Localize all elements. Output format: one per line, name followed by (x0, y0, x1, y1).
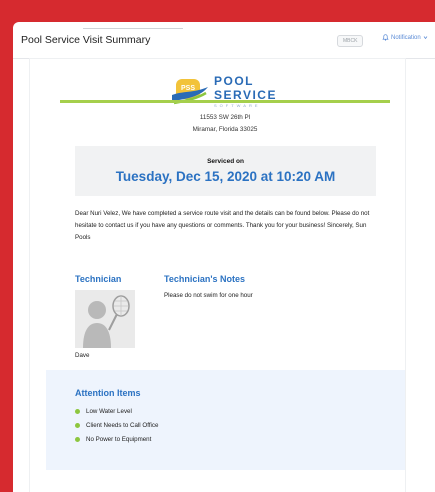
service-datetime: Tuesday, Dec 15, 2020 at 10:20 AM (115, 169, 336, 184)
service-address: 11553 SW 26th Pl Miramar, Florida 33025 (60, 112, 390, 136)
chevron-down-icon (423, 36, 427, 40)
serviced-on-panel: Serviced on Tuesday, Dec 15, 2020 at 10:… (75, 146, 376, 196)
list-item: No Power to Equipment (75, 432, 158, 446)
page-title: Pool Service Visit Summary (21, 34, 151, 46)
logo-sub-text: SOFTWARE (214, 103, 261, 108)
technician-heading: Technician (75, 274, 122, 284)
notification-label: Notification (391, 34, 421, 41)
bell-icon (382, 34, 389, 41)
technician-name: Dave (75, 352, 90, 359)
attention-items-panel: Attention Items Low Water Level Client N… (46, 370, 405, 470)
attention-list: Low Water Level Client Needs to Call Off… (75, 404, 158, 446)
tab-indicator (83, 28, 183, 29)
divider (60, 100, 390, 103)
technician-avatar (75, 290, 135, 348)
logo-mark-icon: PSS (170, 73, 210, 109)
attention-heading: Attention Items (75, 388, 141, 398)
notification-button[interactable]: Notification (382, 34, 428, 41)
logo-brand-text: POOL SERVICE (214, 74, 277, 102)
list-item: Client Needs to Call Office (75, 418, 158, 432)
address-line-2: Miramar, Florida 33025 (192, 126, 258, 133)
notes-heading: Technician's Notes (164, 274, 245, 284)
email-preview-card: Pool Service Visit Summary MBCK Notifica… (13, 22, 435, 492)
technician-placeholder-icon (83, 295, 130, 348)
header-bar: Pool Service Visit Summary MBCK Notifica… (13, 22, 435, 59)
company-logo: PSS POOL SERVICE SOFTWARE (170, 71, 310, 111)
list-item: Low Water Level (75, 404, 158, 418)
letter-body: Dear Nuri Velez, We have completed a ser… (75, 210, 370, 241)
status-badge[interactable]: MBCK (337, 35, 364, 47)
serviced-on-label: Serviced on (207, 158, 244, 165)
notes-text: Please do not swim for one hour (164, 292, 253, 299)
bullet-icon (75, 422, 80, 428)
bullet-icon (75, 408, 80, 414)
svg-text:PSS: PSS (181, 85, 195, 92)
bullet-icon (75, 436, 80, 442)
address-line-1: 11553 SW 26th Pl (199, 114, 251, 121)
